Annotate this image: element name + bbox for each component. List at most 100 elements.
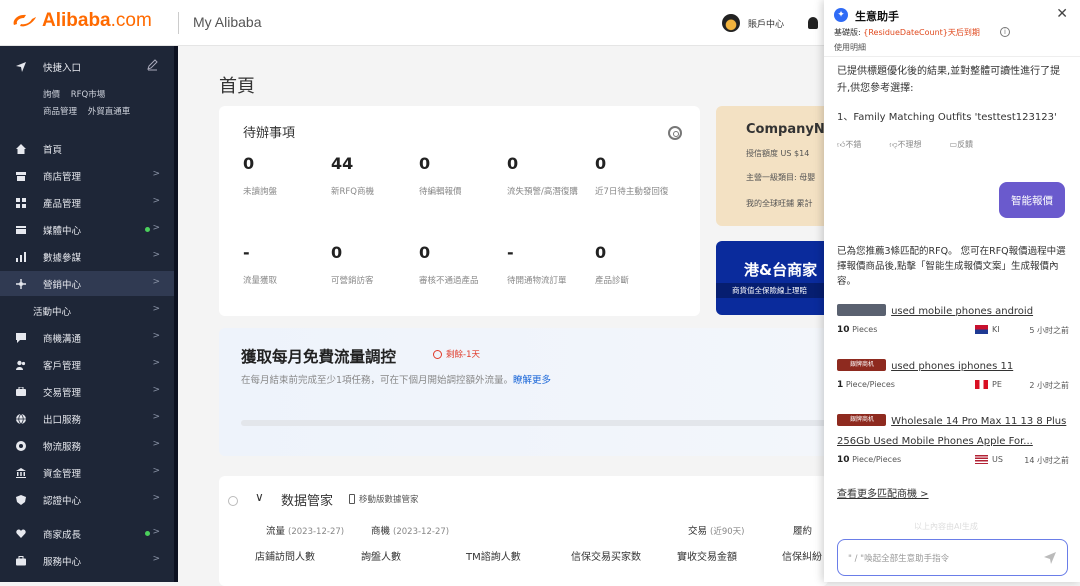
stat-pending-replies[interactable]: 0 近7日待主動發回復 [595, 154, 685, 197]
sidebar-item-label: 產品管理 [43, 198, 82, 210]
alibaba-logo-icon [13, 14, 36, 27]
sidebar-item-customers[interactable]: 客戶管理 > [0, 352, 174, 377]
stat-marketable-visitors[interactable]: 0 可營銷訪客 [331, 243, 421, 286]
stat-churn-warning[interactable]: 0 流失預警/高潛復購 [507, 154, 597, 197]
stat-traffic[interactable]: - 流量獲取 [243, 243, 333, 286]
stat-product-diagnosis[interactable]: 0 產品診斷 [595, 243, 685, 286]
group-traffic: 流量 (2023-12-27) [266, 523, 344, 537]
quick-link-product-mgmt[interactable]: 商品管理 [43, 107, 77, 117]
stat-value: - [507, 243, 514, 262]
rfq-item[interactable]: used mobile phones android 10 Pieces KI … [837, 299, 1069, 339]
clock-icon [433, 349, 442, 359]
learn-more-link[interactable]: 瞭解更多 [513, 375, 551, 386]
stat-value: - [243, 243, 250, 262]
trade-icon [15, 386, 26, 397]
quick-link-p4p[interactable]: 外貿直通車 [88, 107, 131, 117]
expand-icon[interactable] [228, 496, 238, 506]
stat-new-rfq[interactable]: 44 新RFQ商機 [331, 154, 421, 197]
group-opportunity: 商機 (2023-12-27) [371, 523, 449, 537]
sidebar-item-finance[interactable]: 資金管理 > [0, 460, 174, 485]
app-title[interactable]: My Alibaba [193, 14, 261, 30]
col-ta-disputes: 信保糾紛 [782, 552, 822, 563]
stat-logistics-orders[interactable]: - 待開通物流訂單 [507, 243, 597, 286]
rfq-unit: Piece/Pieces [845, 380, 895, 389]
edit-icon[interactable] [146, 58, 159, 71]
avatar[interactable] [722, 14, 740, 32]
sidebar-item-logistics[interactable]: 物流服務 > [0, 433, 174, 458]
bar-chart-icon [15, 251, 26, 262]
sidebar-item-marketing[interactable]: 營銷中心 > [0, 271, 174, 296]
company-card[interactable]: CompanyN... 授信額度 US $14 主營一級類目: 母嬰 我的全球旺… [716, 106, 840, 226]
sidebar-item-media[interactable]: 媒體中心 > [0, 217, 174, 242]
chevron-down-icon[interactable]: ∨ [255, 490, 264, 504]
grid-icon [15, 197, 26, 208]
todo-title: 待辦事項 [243, 126, 296, 141]
quick-link-rfq-market[interactable]: RFQ市場 [71, 90, 106, 100]
rfq-title-link[interactable]: used phones iphones 11 [891, 361, 1013, 372]
stat-label: 產品診斷 [595, 276, 630, 286]
rfq-badge: 銀牌商机 [837, 358, 886, 371]
rfq-meta: 10 Piece/Pieces US 14 小时之前 [837, 455, 1069, 469]
thumbs-up-button[interactable]: 👍︎不錯 [837, 139, 875, 150]
sidebar-item-data[interactable]: 數據參謀 > [0, 244, 174, 269]
sidebar-item-export[interactable]: 出口服務 > [0, 406, 174, 431]
promo-progress-bar [241, 420, 828, 426]
stat-quotes-to-edit[interactable]: 0 待編輯報價 [419, 154, 509, 197]
quick-link-inquiry[interactable]: 詢價 [43, 90, 60, 100]
sidebar-item-home[interactable]: 首頁 [0, 136, 174, 161]
assistant-command-input[interactable]: " / "喚起全部生意助手指令 [837, 539, 1068, 576]
heart-icon [15, 528, 26, 539]
feedback-label: 反饋 [957, 140, 974, 149]
rfq-item[interactable]: 銀牌商机 Wholesale 14 Pro Max 11 13 8 Plus 2… [837, 409, 1069, 469]
sidebar: 快捷入口 詢價 RFQ市場 商品管理 外貿直通車 首頁 商店管理 > 產品管理 … [0, 46, 178, 582]
mobile-link-label: 移動版數據管家 [359, 495, 419, 505]
notification-icon[interactable] [808, 17, 818, 29]
banner-subtitle: 商貨值全保險線上理賠 [716, 283, 828, 298]
feedback-label: 不錯 [845, 140, 862, 149]
company-links[interactable]: 我的全球旺鋪 累計 [746, 198, 813, 209]
promo-description: 在每月結束前完成至少1項任務，可在下個月開始調控額外流量。瞭解更多 [241, 372, 551, 386]
usage-details-link[interactable]: 使用明細 [834, 42, 866, 53]
sidebar-item-products[interactable]: 產品管理 > [0, 190, 174, 215]
sidebar-item-store[interactable]: 商店管理 > [0, 163, 174, 188]
sidebar-item-label: 客戶管理 [43, 360, 82, 372]
smart-quote-button[interactable]: 智能報價 [999, 182, 1065, 218]
chevron-right-icon: > [152, 493, 160, 503]
sidebar-item-activity-center[interactable]: 活動中心 > [0, 298, 174, 323]
account-center-link[interactable]: 賬戶中心 [748, 17, 784, 30]
info-icon[interactable]: i [1000, 27, 1010, 37]
mobile-data-manager-link[interactable]: 移動版數據管家 [349, 493, 419, 505]
stat-label: 審核不通過產品 [419, 276, 479, 286]
logo-text: Alibaba [42, 10, 111, 31]
rfq-item[interactable]: 銀牌商机 used phones iphones 11 1 Piece/Piec… [837, 354, 1069, 394]
sidebar-item-trade[interactable]: 交易管理 > [0, 379, 174, 404]
sidebar-item-service[interactable]: 服務中心 > [0, 548, 174, 573]
sidebar-item-label: 商家成長 [43, 529, 82, 541]
plan-expiry: {ResidueDateCount}天后到期 [863, 28, 980, 37]
sidebar-item-label: 出口服務 [43, 414, 82, 426]
flag-icon [975, 380, 988, 389]
gear-icon[interactable] [668, 126, 682, 140]
rfq-badge: 銀牌商机 [837, 413, 886, 426]
sidebar-item-communication[interactable]: 商機溝通 > [0, 325, 174, 350]
rfq-country: PE [992, 380, 1002, 389]
alibaba-logo[interactable]: Alibaba .com [10, 10, 152, 32]
stat-unread-inquiries[interactable]: 0 未讀詢盤 [243, 154, 333, 197]
more-rfq-link[interactable]: 查看更多匹配商機 > [837, 485, 929, 500]
chat-icon [15, 332, 26, 343]
chevron-right-icon: > [152, 466, 160, 476]
close-icon[interactable]: ✕ [1056, 6, 1068, 22]
group-label: 流量 [266, 526, 286, 537]
promo-desc-text: 在每月結束前完成至少1項任務，可在下個月開始調控額外流量。 [241, 375, 514, 386]
thumbs-down-button[interactable]: 👎︎不理想 [889, 139, 935, 150]
stat-label: 待開通物流訂單 [507, 276, 567, 286]
bank-icon [15, 467, 26, 478]
stat-rejected-products[interactable]: 0 審核不通過產品 [419, 243, 509, 286]
sidebar-item-growth[interactable]: 商家成長 > [0, 521, 174, 546]
stat-value: 0 [331, 243, 343, 262]
sidebar-item-certification[interactable]: 認證中心 > [0, 487, 174, 512]
hk-tw-banner[interactable]: 港&台商家 商貨值全保險線上理賠 [716, 241, 828, 315]
feedback-button[interactable]: ▭反饋 [950, 139, 988, 150]
send-icon[interactable] [1043, 551, 1057, 565]
rfq-title-link[interactable]: used mobile phones android [891, 306, 1033, 317]
